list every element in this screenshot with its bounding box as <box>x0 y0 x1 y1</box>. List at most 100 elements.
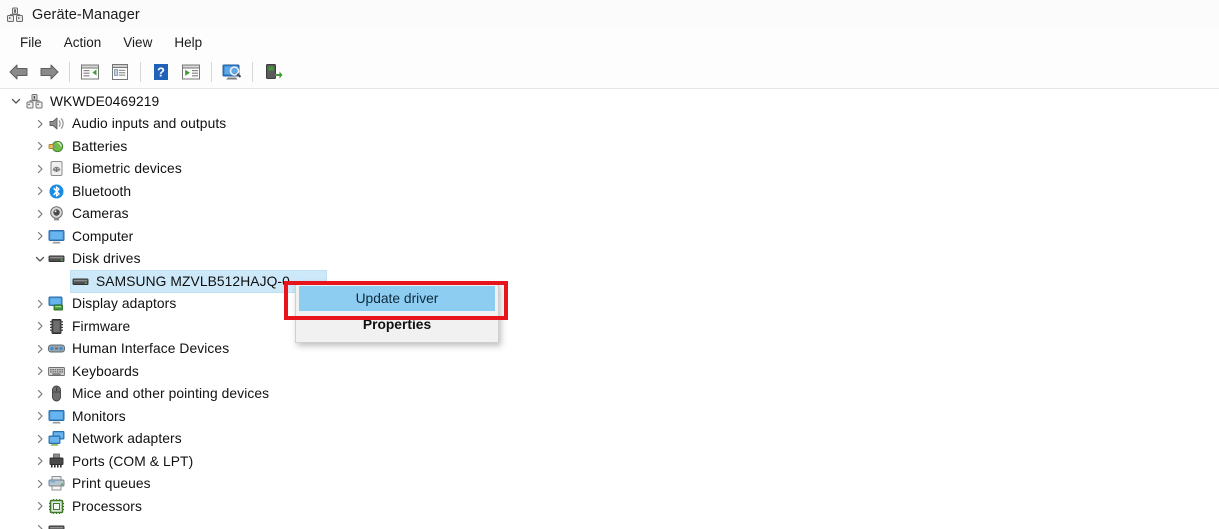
disk-drive-icon <box>48 520 65 529</box>
chevron-right-icon[interactable] <box>32 161 48 177</box>
svg-text:?: ? <box>157 65 165 80</box>
update-driver-icon[interactable] <box>177 59 205 85</box>
show-hide-console-tree-icon[interactable] <box>76 59 104 85</box>
tree-node-label: Biometric devices <box>72 161 182 177</box>
tree-node-display-adaptors[interactable]: Display adaptors <box>0 293 1219 316</box>
network-adapter-icon <box>48 430 65 447</box>
chevron-right-icon[interactable] <box>32 498 48 514</box>
tree-node-keyboards[interactable]: Keyboards <box>0 360 1219 383</box>
menu-file[interactable]: File <box>10 32 52 53</box>
chevron-right-icon[interactable] <box>32 318 48 334</box>
help-icon[interactable]: ? <box>147 59 175 85</box>
printer-icon <box>48 475 65 492</box>
camera-icon <box>48 205 65 222</box>
tree-node-label: Processors <box>72 498 143 514</box>
tree-node-label: Audio inputs and outputs <box>72 116 227 132</box>
chevron-right-icon[interactable] <box>32 183 48 199</box>
disk-drive-icon <box>72 273 89 290</box>
context-menu-properties[interactable]: Properties <box>299 311 495 338</box>
battery-icon <box>48 138 65 155</box>
tree-node-label: Monitors <box>72 408 126 424</box>
fingerprint-icon <box>48 160 65 177</box>
tree-node-label: SAMSUNG MZVLB512HAJQ-0 <box>96 273 290 289</box>
toolbar-separator <box>69 62 70 82</box>
tree-node-label: Bluetooth <box>72 183 132 199</box>
keyboard-icon <box>48 363 65 380</box>
speaker-icon <box>48 115 65 132</box>
tree-node-samsung-disk[interactable]: SAMSUNG MZVLB512HAJQ-0 <box>0 270 1219 293</box>
chevron-right-icon[interactable] <box>32 408 48 424</box>
tree-node-firmware[interactable]: Firmware <box>0 315 1219 338</box>
display-adapter-icon <box>48 295 65 312</box>
context-menu-update-driver[interactable]: Update driver <box>299 286 495 311</box>
monitor-icon <box>48 408 65 425</box>
tree-node-label: Print queues <box>72 476 151 492</box>
chevron-right-icon[interactable] <box>32 206 48 222</box>
menu-action[interactable]: Action <box>54 32 112 53</box>
chevron-down-icon[interactable] <box>32 251 48 267</box>
context-menu[interactable]: Update driver Properties <box>295 282 499 343</box>
tree-node-audio-inputs-and-outputs[interactable]: Audio inputs and outputs <box>0 113 1219 136</box>
menu-help[interactable]: Help <box>164 32 212 53</box>
chevron-right-icon[interactable] <box>32 363 48 379</box>
tree-node-root[interactable]: WKWDE0469219 <box>0 90 1219 113</box>
title-bar: Geräte-Manager <box>0 0 1219 29</box>
tree-node-monitors[interactable]: Monitors <box>0 405 1219 428</box>
tree-node-label: Cameras <box>72 206 129 222</box>
mouse-icon <box>48 385 65 402</box>
chevron-right-icon[interactable] <box>32 116 48 132</box>
tree-node-label: Display adaptors <box>72 296 177 312</box>
chevron-right-icon[interactable] <box>32 296 48 312</box>
tree-node-processors[interactable]: Processors <box>0 495 1219 518</box>
hid-icon <box>48 340 65 357</box>
processor-icon <box>48 498 65 515</box>
disk-drive-icon <box>48 250 65 267</box>
tree-node-biometric-devices[interactable]: Biometric devices <box>0 158 1219 181</box>
chevron-right-icon[interactable] <box>32 431 48 447</box>
tree-node-label: Human Interface Devices <box>72 341 230 357</box>
forward-arrow-icon[interactable] <box>35 59 63 85</box>
tree-node-cameras[interactable]: Cameras <box>0 203 1219 226</box>
tree-node-network-adapters[interactable]: Network adapters <box>0 428 1219 451</box>
toolbar-separator <box>252 62 253 82</box>
device-manager-icon <box>6 6 24 24</box>
chevron-right-icon[interactable] <box>32 341 48 357</box>
device-tree[interactable]: WKWDE0469219 Audio inputs and outputs Ba… <box>0 90 1219 529</box>
tree-node-ports[interactable]: Ports (COM & LPT) <box>0 450 1219 473</box>
chevron-right-icon[interactable] <box>32 138 48 154</box>
tree-node-label: Mice and other pointing devices <box>72 386 270 402</box>
back-arrow-icon[interactable] <box>5 59 33 85</box>
chevron-right-icon[interactable] <box>32 228 48 244</box>
properties-icon[interactable] <box>106 59 134 85</box>
tree-node-disk-drives[interactable]: Disk drives <box>0 248 1219 271</box>
tree-node-partial[interactable] <box>0 518 1219 529</box>
chevron-right-icon[interactable] <box>32 386 48 402</box>
tree-node-label: Batteries <box>72 138 128 154</box>
computer-node-icon <box>26 93 43 110</box>
tree-node-human-interface-devices[interactable]: Human Interface Devices <box>0 338 1219 361</box>
toolbar: ? <box>0 56 1219 89</box>
toolbar-separator <box>211 62 212 82</box>
tree-node-print-queues[interactable]: Print queues <box>0 473 1219 496</box>
menu-view[interactable]: View <box>113 32 162 53</box>
firmware-chip-icon <box>48 318 65 335</box>
tree-node-label: Firmware <box>72 318 131 334</box>
bluetooth-icon <box>48 183 65 200</box>
tree-node-label: Keyboards <box>72 363 139 379</box>
tree-node-computer[interactable]: Computer <box>0 225 1219 248</box>
device-manager-window: Geräte-Manager File Action View Help ? W… <box>0 0 1219 529</box>
tree-node-label: Disk drives <box>72 251 141 267</box>
port-icon <box>48 453 65 470</box>
chevron-right-icon[interactable] <box>32 521 48 529</box>
add-legacy-hardware-icon[interactable] <box>259 59 287 85</box>
chevron-down-icon[interactable] <box>8 93 24 109</box>
chevron-right-icon[interactable] <box>32 453 48 469</box>
scan-for-hardware-changes-icon[interactable] <box>218 59 246 85</box>
tree-node-label: WKWDE0469219 <box>50 93 160 109</box>
tree-node-bluetooth[interactable]: Bluetooth <box>0 180 1219 203</box>
window-title: Geräte-Manager <box>32 6 140 23</box>
tree-node-label: Network adapters <box>72 431 182 447</box>
chevron-right-icon[interactable] <box>32 476 48 492</box>
tree-node-batteries[interactable]: Batteries <box>0 135 1219 158</box>
tree-node-mice-and-other-pointing-devices[interactable]: Mice and other pointing devices <box>0 383 1219 406</box>
